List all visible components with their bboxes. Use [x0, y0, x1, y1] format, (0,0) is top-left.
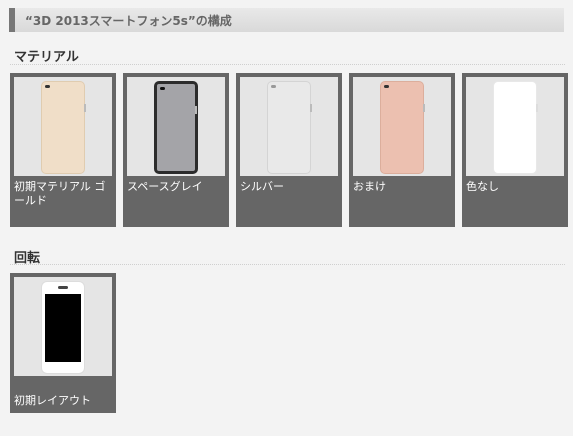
page-header: “3D 2013スマートフォン5s”の構成 — [9, 8, 564, 32]
material-label: 色なし — [466, 180, 499, 193]
phone-preview — [154, 81, 198, 174]
rotation-thumbnail — [14, 277, 112, 376]
rotation-label: 初期レイアウト — [14, 394, 91, 407]
phone-preview — [41, 81, 86, 174]
material-thumbnail — [14, 77, 112, 176]
material-card-space-gray[interactable]: スペースグレイ — [123, 73, 229, 227]
side-button — [195, 106, 197, 114]
camera-dot — [160, 87, 165, 90]
material-card-silver[interactable]: シルバー — [236, 73, 342, 227]
material-thumbnail — [353, 77, 451, 176]
section-title-materials: マテリアル — [14, 50, 79, 65]
section-divider — [10, 264, 565, 265]
camera-dot — [271, 85, 276, 88]
material-thumbnail — [240, 77, 338, 176]
material-label: おまけ — [353, 180, 386, 193]
phone-preview — [380, 81, 425, 174]
material-card-extra[interactable]: おまけ — [349, 73, 455, 227]
phone-screen — [45, 294, 81, 362]
camera-dot — [384, 85, 389, 88]
material-thumbnail — [127, 77, 225, 176]
phone-preview — [267, 81, 312, 174]
camera-dot — [45, 85, 50, 88]
rotation-card-initial-layout[interactable]: 初期レイアウト — [10, 273, 116, 413]
material-thumbnail — [466, 77, 564, 176]
material-card-gold[interactable]: 初期マテリアル ゴールド — [10, 73, 116, 227]
material-label: スペースグレイ — [127, 180, 203, 193]
side-button — [423, 104, 425, 112]
page-title: “3D 2013スマートフォン5s”の構成 — [25, 14, 232, 28]
phone-preview — [493, 81, 538, 174]
speaker-icon — [58, 286, 68, 289]
side-button — [536, 104, 538, 112]
phone-preview — [41, 281, 85, 374]
material-card-no-color[interactable]: 色なし — [462, 73, 568, 227]
side-button — [310, 104, 312, 112]
material-label: シルバー — [240, 180, 284, 193]
material-label: 初期マテリアル ゴールド — [14, 180, 106, 207]
side-button — [84, 104, 86, 112]
section-divider — [10, 64, 565, 65]
